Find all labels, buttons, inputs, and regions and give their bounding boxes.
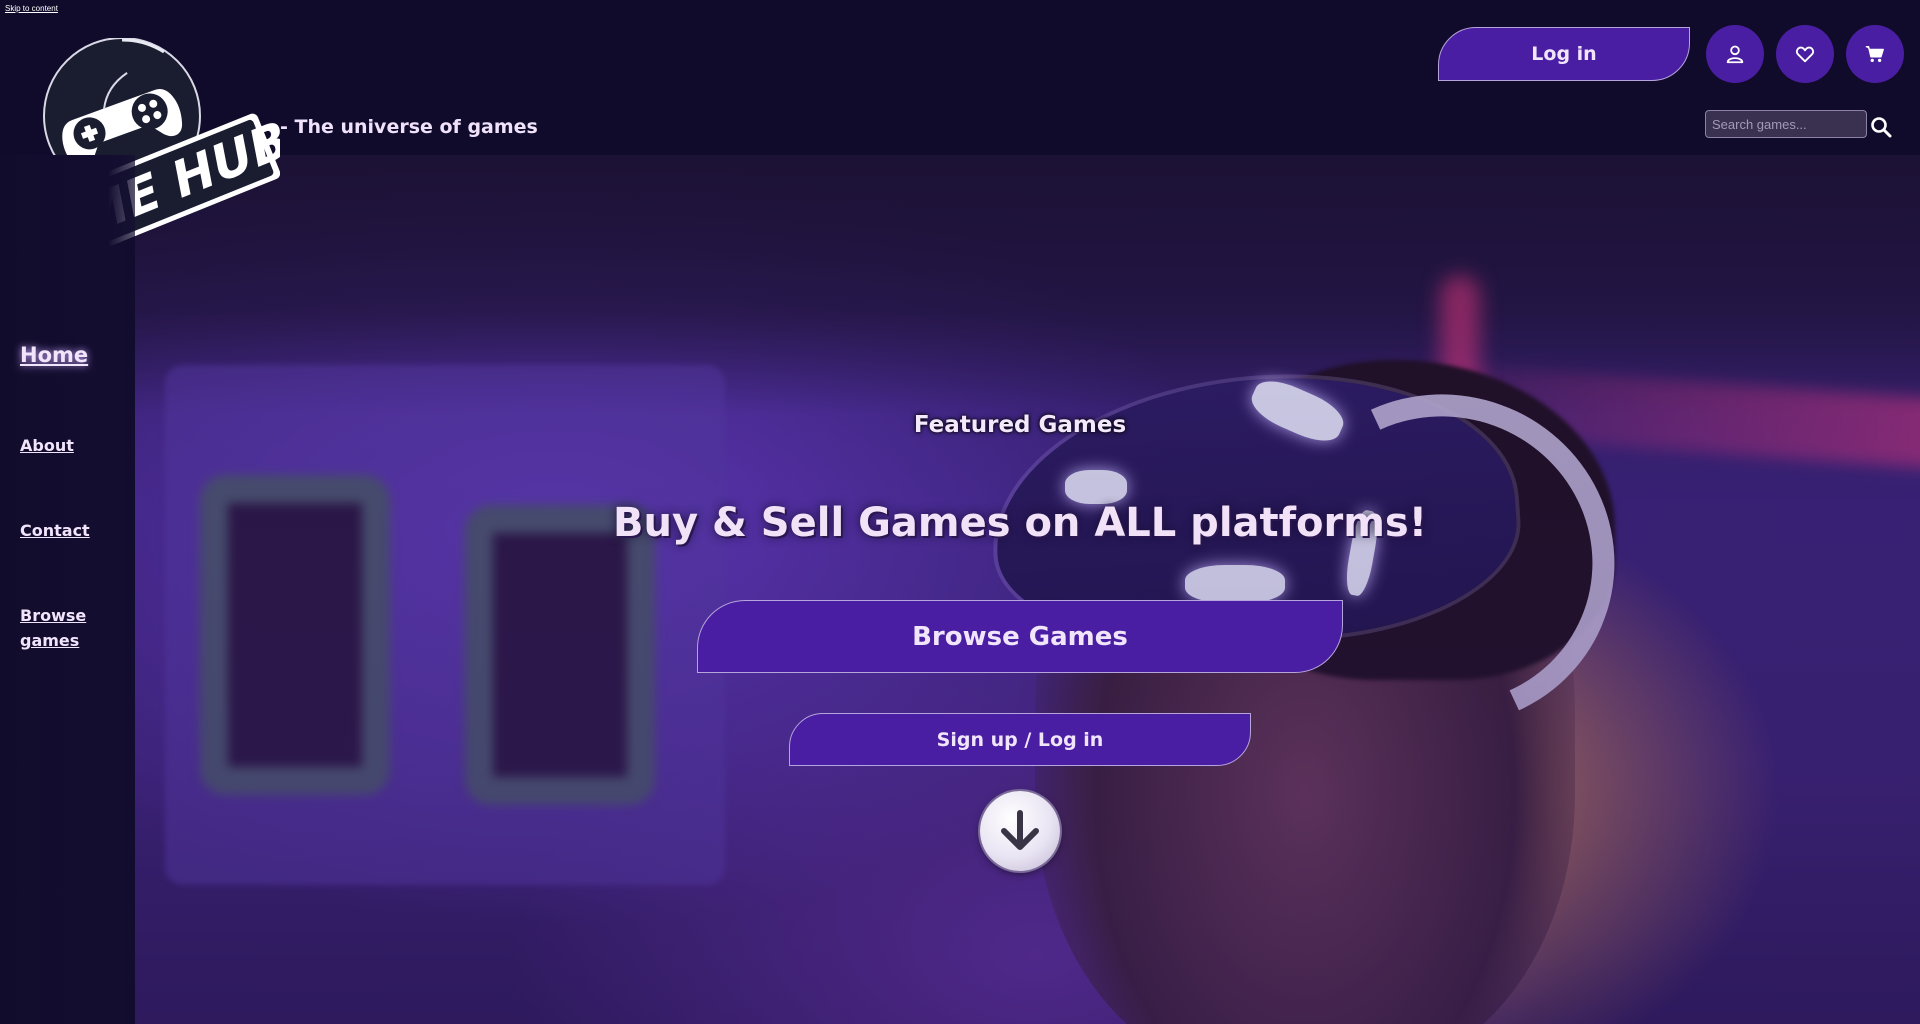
account-button[interactable] bbox=[1706, 25, 1764, 83]
arrow-down-icon bbox=[1001, 810, 1039, 850]
skip-to-content-link[interactable]: Skip to content bbox=[5, 4, 58, 13]
heart-icon bbox=[1796, 46, 1814, 63]
search-button[interactable] bbox=[1869, 115, 1893, 139]
hero-background-image bbox=[135, 155, 1920, 1024]
sidebar-nav bbox=[0, 155, 135, 1024]
sidebar-item-browse-games[interactable]: Browse games bbox=[20, 603, 120, 653]
cart-button[interactable] bbox=[1846, 25, 1904, 83]
signup-login-button[interactable]: Sign up / Log in bbox=[789, 713, 1251, 766]
search-input[interactable] bbox=[1705, 110, 1867, 138]
hero-title: Buy & Sell Games on ALL platforms! bbox=[613, 500, 1427, 546]
sidebar-item-home[interactable]: Home bbox=[20, 343, 88, 368]
wishlist-button[interactable] bbox=[1776, 25, 1834, 83]
featured-games-heading: Featured Games bbox=[913, 412, 1127, 438]
browse-games-button[interactable]: Browse Games bbox=[697, 600, 1343, 673]
site-tagline: - The universe of games bbox=[280, 116, 538, 138]
search-icon bbox=[1871, 117, 1892, 138]
header-login-button[interactable]: Log in bbox=[1438, 27, 1690, 81]
user-icon bbox=[1726, 45, 1744, 64]
cart-icon bbox=[1865, 45, 1884, 63]
scroll-down-button[interactable] bbox=[980, 791, 1060, 871]
